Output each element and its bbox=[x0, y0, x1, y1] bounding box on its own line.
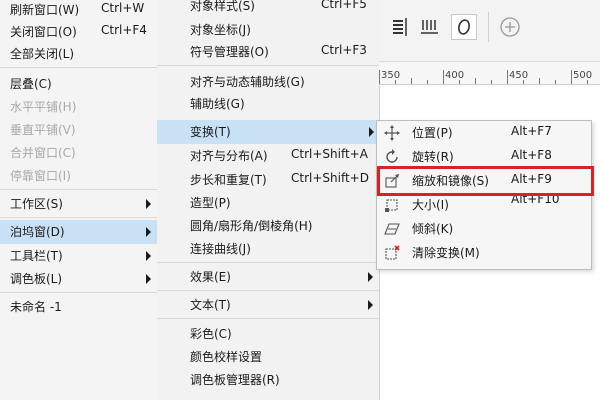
dockers-menu: 对象样式(S) Ctrl+F5 对象坐标(J) 符号管理器(O) Ctrl+F3… bbox=[157, 0, 380, 400]
ruler-tick bbox=[459, 80, 460, 84]
menu-item-merge-windows: 合并窗口(C) bbox=[10, 146, 76, 160]
menu-item-align-distribute[interactable]: 对齐与分布(A) Ctrl+Shift+A bbox=[157, 144, 379, 168]
window-menu: 刷新窗口(W) Ctrl+W 关闭窗口(O) Ctrl+F4 全部关闭(L) 层… bbox=[0, 0, 158, 400]
menu-item-workspace[interactable]: 工作区(S) bbox=[0, 192, 157, 216]
ruler-tick bbox=[555, 80, 556, 84]
menu-item-size[interactable]: 大小(I) Alt+F10 bbox=[377, 192, 591, 217]
menu-item-transform[interactable]: 变换(T) bbox=[157, 120, 379, 144]
menu-item-skew[interactable]: 倾斜(K) bbox=[377, 217, 591, 241]
submenu-arrow-icon bbox=[146, 199, 151, 209]
submenu-arrow-icon bbox=[368, 272, 373, 282]
submenu-arrow-icon bbox=[146, 251, 151, 261]
menu-separator bbox=[0, 189, 157, 190]
menu-item-refresh-window[interactable]: 刷新窗口(W) Ctrl+W bbox=[0, 0, 157, 22]
ruler-tick bbox=[395, 80, 396, 84]
add-plus-icon[interactable] bbox=[497, 14, 523, 40]
menu-item-text[interactable]: 文本(T) bbox=[157, 293, 379, 317]
menu-item-effects[interactable]: 效果(E) bbox=[157, 265, 379, 289]
rotate-icon bbox=[384, 149, 400, 165]
menu-item-color-palettes[interactable]: 调色板(L) bbox=[0, 267, 157, 291]
menu-item-symbol-manager[interactable]: 符号管理器(O) Ctrl+F3 bbox=[157, 40, 379, 64]
menu-separator bbox=[157, 262, 379, 263]
ruler-tick bbox=[507, 70, 508, 84]
menu-item-close-window[interactable]: 关闭窗口(O) Ctrl+F4 bbox=[0, 20, 157, 44]
menu-item-connector-curves[interactable]: 连接曲线(J) bbox=[157, 237, 379, 261]
ruler-tick bbox=[571, 70, 572, 84]
ruler-tick bbox=[539, 78, 540, 84]
menu-item-shaping[interactable]: 造型(P) bbox=[157, 191, 379, 215]
ruler-tick bbox=[411, 78, 412, 84]
menu-item-alignment-guides[interactable]: 对齐与动态辅助线(G) bbox=[157, 70, 379, 94]
menu-item-document-untitled[interactable]: 未命名 -1 bbox=[0, 295, 157, 319]
submenu-arrow-icon bbox=[146, 274, 151, 284]
property-toolbar bbox=[379, 0, 600, 62]
position-icon bbox=[384, 125, 400, 141]
menu-item-guidelines[interactable]: 辅助线(G) bbox=[157, 92, 379, 116]
ruler-tick bbox=[427, 80, 428, 84]
submenu-arrow-icon bbox=[368, 300, 373, 310]
clear-transform-icon bbox=[384, 245, 400, 261]
menu-item-object-styles[interactable]: 对象样式(S) Ctrl+F5 bbox=[157, 0, 379, 18]
menu-item-cascade[interactable]: 层叠(C) bbox=[0, 72, 157, 96]
menu-separator bbox=[0, 292, 157, 293]
distribute-bars-icon[interactable] bbox=[417, 14, 443, 40]
menu-item-palette-manager[interactable]: 调色板管理器(R) bbox=[157, 368, 379, 392]
ruler-tick bbox=[491, 80, 492, 84]
menu-separator bbox=[0, 217, 157, 218]
menu-item-color[interactable]: 彩色(C) bbox=[157, 322, 379, 346]
horizontal-ruler[interactable]: 350 400 450 500 bbox=[379, 62, 600, 85]
menu-item-close-all[interactable]: 全部关闭(L) bbox=[0, 42, 157, 66]
submenu-arrow-icon bbox=[369, 127, 374, 137]
skew-icon bbox=[384, 221, 400, 237]
menu-separator bbox=[157, 65, 379, 66]
italic-o-icon[interactable] bbox=[451, 14, 477, 40]
menu-item-tile-vertical: 垂直平铺(V) bbox=[10, 123, 76, 137]
ruler-tick bbox=[475, 78, 476, 84]
ruler-tick bbox=[443, 70, 444, 84]
menu-separator bbox=[0, 67, 157, 68]
toolbar-separator bbox=[488, 12, 489, 42]
menu-item-dockers[interactable]: 泊坞窗(D) bbox=[0, 220, 157, 244]
menu-item-object-coordinates[interactable]: 对象坐标(J) bbox=[157, 18, 379, 42]
menu-item-corner-effects[interactable]: 圆角/扇形角/倒棱角(H) bbox=[157, 214, 379, 238]
annotation-highlight-box bbox=[377, 166, 594, 196]
menu-item-color-proof-settings[interactable]: 颜色校样设置 bbox=[157, 345, 379, 369]
menu-item-clear-transform[interactable]: 清除变换(M) bbox=[377, 241, 591, 265]
menu-item-tile-horizontal: 水平平铺(H) bbox=[10, 100, 77, 114]
ruler-tick bbox=[523, 80, 524, 84]
ruler-tick bbox=[379, 70, 380, 84]
ruler-tick bbox=[587, 80, 588, 84]
align-left-icon[interactable] bbox=[387, 14, 413, 40]
submenu-arrow-icon bbox=[146, 227, 151, 237]
menu-item-toolbars[interactable]: 工具栏(T) bbox=[0, 244, 157, 268]
menu-item-step-repeat[interactable]: 步长和重复(T) Ctrl+Shift+D bbox=[157, 168, 379, 192]
menu-separator bbox=[157, 290, 379, 291]
size-icon bbox=[384, 197, 400, 213]
menu-item-position[interactable]: 位置(P) Alt+F7 bbox=[377, 121, 591, 145]
menu-item-dock-window: 停靠窗口(I) bbox=[10, 169, 71, 183]
menu-separator bbox=[157, 318, 379, 319]
